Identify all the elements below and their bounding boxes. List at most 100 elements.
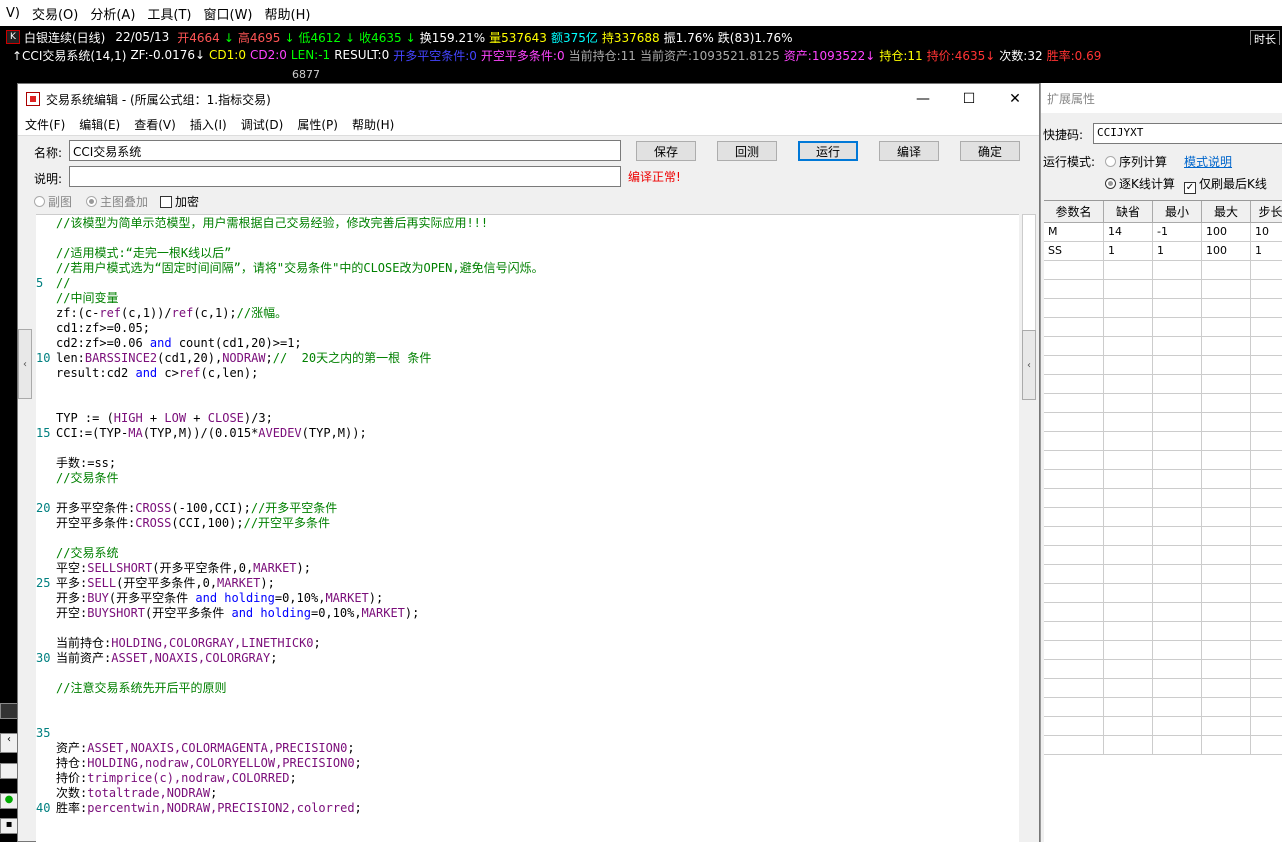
params-empty-cell[interactable] (1044, 603, 1104, 622)
encrypt-checkbox[interactable]: 加密 (160, 193, 199, 210)
params-empty-cell[interactable] (1104, 565, 1153, 584)
name-input[interactable]: CCI交易系统 (69, 140, 621, 161)
params-empty-cell[interactable] (1044, 527, 1104, 546)
close-icon[interactable]: ✕ (992, 84, 1038, 114)
params-empty-cell[interactable] (1251, 584, 1282, 603)
params-empty-cell[interactable] (1153, 413, 1202, 432)
params-empty-cell[interactable] (1251, 413, 1282, 432)
params-empty-cell[interactable] (1202, 337, 1251, 356)
params-empty-cell[interactable] (1153, 565, 1202, 584)
params-empty-cell[interactable] (1153, 508, 1202, 527)
maximize-icon[interactable]: ☐ (946, 84, 992, 114)
params-empty-cell[interactable] (1251, 622, 1282, 641)
params-empty-cell[interactable] (1104, 698, 1153, 717)
params-empty-cell[interactable] (1153, 299, 1202, 318)
params-cell[interactable]: 1 (1251, 242, 1282, 261)
params-empty-cell[interactable] (1202, 641, 1251, 660)
params-empty-cell[interactable] (1251, 698, 1282, 717)
params-header[interactable]: 参数名 (1044, 201, 1104, 223)
params-empty-cell[interactable] (1044, 318, 1104, 337)
params-empty-cell[interactable] (1202, 375, 1251, 394)
params-cell[interactable]: M (1044, 223, 1104, 242)
params-empty-cell[interactable] (1202, 261, 1251, 280)
params-empty-cell[interactable] (1251, 603, 1282, 622)
params-empty-cell[interactable] (1104, 584, 1153, 603)
params-empty-cell[interactable] (1202, 451, 1251, 470)
params-empty-cell[interactable] (1251, 470, 1282, 489)
params-empty-cell[interactable] (1153, 375, 1202, 394)
params-empty-cell[interactable] (1104, 679, 1153, 698)
compile-button[interactable]: 编译 (879, 141, 939, 161)
params-cell[interactable]: 10 (1251, 223, 1282, 242)
params-empty-cell[interactable] (1104, 337, 1153, 356)
editor-menu-item[interactable]: 编辑(E) (72, 116, 127, 133)
params-cell[interactable]: 1 (1104, 242, 1153, 261)
params-empty-cell[interactable] (1044, 280, 1104, 299)
params-empty-cell[interactable] (1202, 622, 1251, 641)
params-empty-cell[interactable] (1104, 603, 1153, 622)
params-empty-cell[interactable] (1202, 527, 1251, 546)
top-menu-item[interactable]: 交易(O) (26, 4, 84, 23)
code-editor[interactable]: 5 10 15 20 25 30 35 40 //该模型为简单示范模型，用户需根据自己交易经验… (36, 214, 1019, 842)
params-empty-cell[interactable] (1251, 717, 1282, 736)
params-empty-cell[interactable] (1251, 299, 1282, 318)
params-empty-cell[interactable] (1153, 261, 1202, 280)
params-empty-cell[interactable] (1104, 413, 1153, 432)
params-empty-cell[interactable] (1044, 717, 1104, 736)
params-empty-cell[interactable] (1202, 470, 1251, 489)
params-empty-cell[interactable] (1202, 679, 1251, 698)
params-empty-cell[interactable] (1251, 337, 1282, 356)
top-menu-item[interactable]: 分析(A) (84, 4, 141, 23)
params-empty-cell[interactable] (1104, 318, 1153, 337)
params-empty-cell[interactable] (1104, 432, 1153, 451)
params-empty-cell[interactable] (1153, 489, 1202, 508)
shortcut-input[interactable]: CCIJYXT (1093, 123, 1282, 144)
params-empty-cell[interactable] (1251, 660, 1282, 679)
params-empty-cell[interactable] (1251, 280, 1282, 299)
params-empty-cell[interactable] (1153, 337, 1202, 356)
params-empty-cell[interactable] (1202, 736, 1251, 755)
params-empty-cell[interactable] (1153, 318, 1202, 337)
params-empty-cell[interactable] (1044, 375, 1104, 394)
params-empty-cell[interactable] (1104, 527, 1153, 546)
params-empty-cell[interactable] (1044, 299, 1104, 318)
desc-input[interactable] (69, 166, 621, 187)
params-empty-cell[interactable] (1153, 622, 1202, 641)
params-empty-cell[interactable] (1044, 489, 1104, 508)
params-empty-cell[interactable] (1251, 489, 1282, 508)
params-header[interactable]: 步长 (1251, 201, 1282, 223)
side-green-icon[interactable]: ● (0, 793, 18, 809)
params-empty-cell[interactable] (1104, 489, 1153, 508)
params-empty-cell[interactable] (1044, 641, 1104, 660)
params-empty-cell[interactable] (1202, 280, 1251, 299)
params-empty-cell[interactable] (1104, 546, 1153, 565)
params-empty-cell[interactable] (1251, 641, 1282, 660)
editor-menu-item[interactable]: 调试(D) (234, 116, 291, 133)
params-empty-cell[interactable] (1153, 641, 1202, 660)
params-empty-cell[interactable] (1251, 546, 1282, 565)
params-empty-cell[interactable] (1104, 356, 1153, 375)
params-empty-cell[interactable] (1153, 356, 1202, 375)
save-button[interactable]: 保存 (636, 141, 696, 161)
top-menu-item[interactable]: 帮助(H) (259, 4, 317, 23)
params-empty-cell[interactable] (1202, 565, 1251, 584)
params-header[interactable]: 最小 (1153, 201, 1202, 223)
params-empty-cell[interactable] (1202, 299, 1251, 318)
params-empty-cell[interactable] (1202, 603, 1251, 622)
params-empty-cell[interactable] (1044, 546, 1104, 565)
params-empty-cell[interactable] (1153, 698, 1202, 717)
params-empty-cell[interactable] (1044, 565, 1104, 584)
params-empty-cell[interactable] (1251, 375, 1282, 394)
params-empty-cell[interactable] (1251, 261, 1282, 280)
editor-menu-item[interactable]: 查看(V) (127, 116, 183, 133)
params-empty-cell[interactable] (1044, 337, 1104, 356)
params-empty-cell[interactable] (1104, 508, 1153, 527)
params-empty-cell[interactable] (1104, 394, 1153, 413)
params-empty-cell[interactable] (1044, 736, 1104, 755)
params-grid[interactable]: 参数名 缺省 最小 最大 步长 M 14 -1 100 10 SS 1 1 100 1 (1044, 200, 1282, 842)
params-empty-cell[interactable] (1044, 261, 1104, 280)
top-menu-item[interactable]: V) (0, 6, 26, 21)
params-empty-cell[interactable] (1153, 546, 1202, 565)
editor-titlebar[interactable]: 交易系统编辑 - (所属公式组：1.指标交易) — ☐ ✕ (18, 84, 1039, 114)
params-empty-cell[interactable] (1044, 679, 1104, 698)
